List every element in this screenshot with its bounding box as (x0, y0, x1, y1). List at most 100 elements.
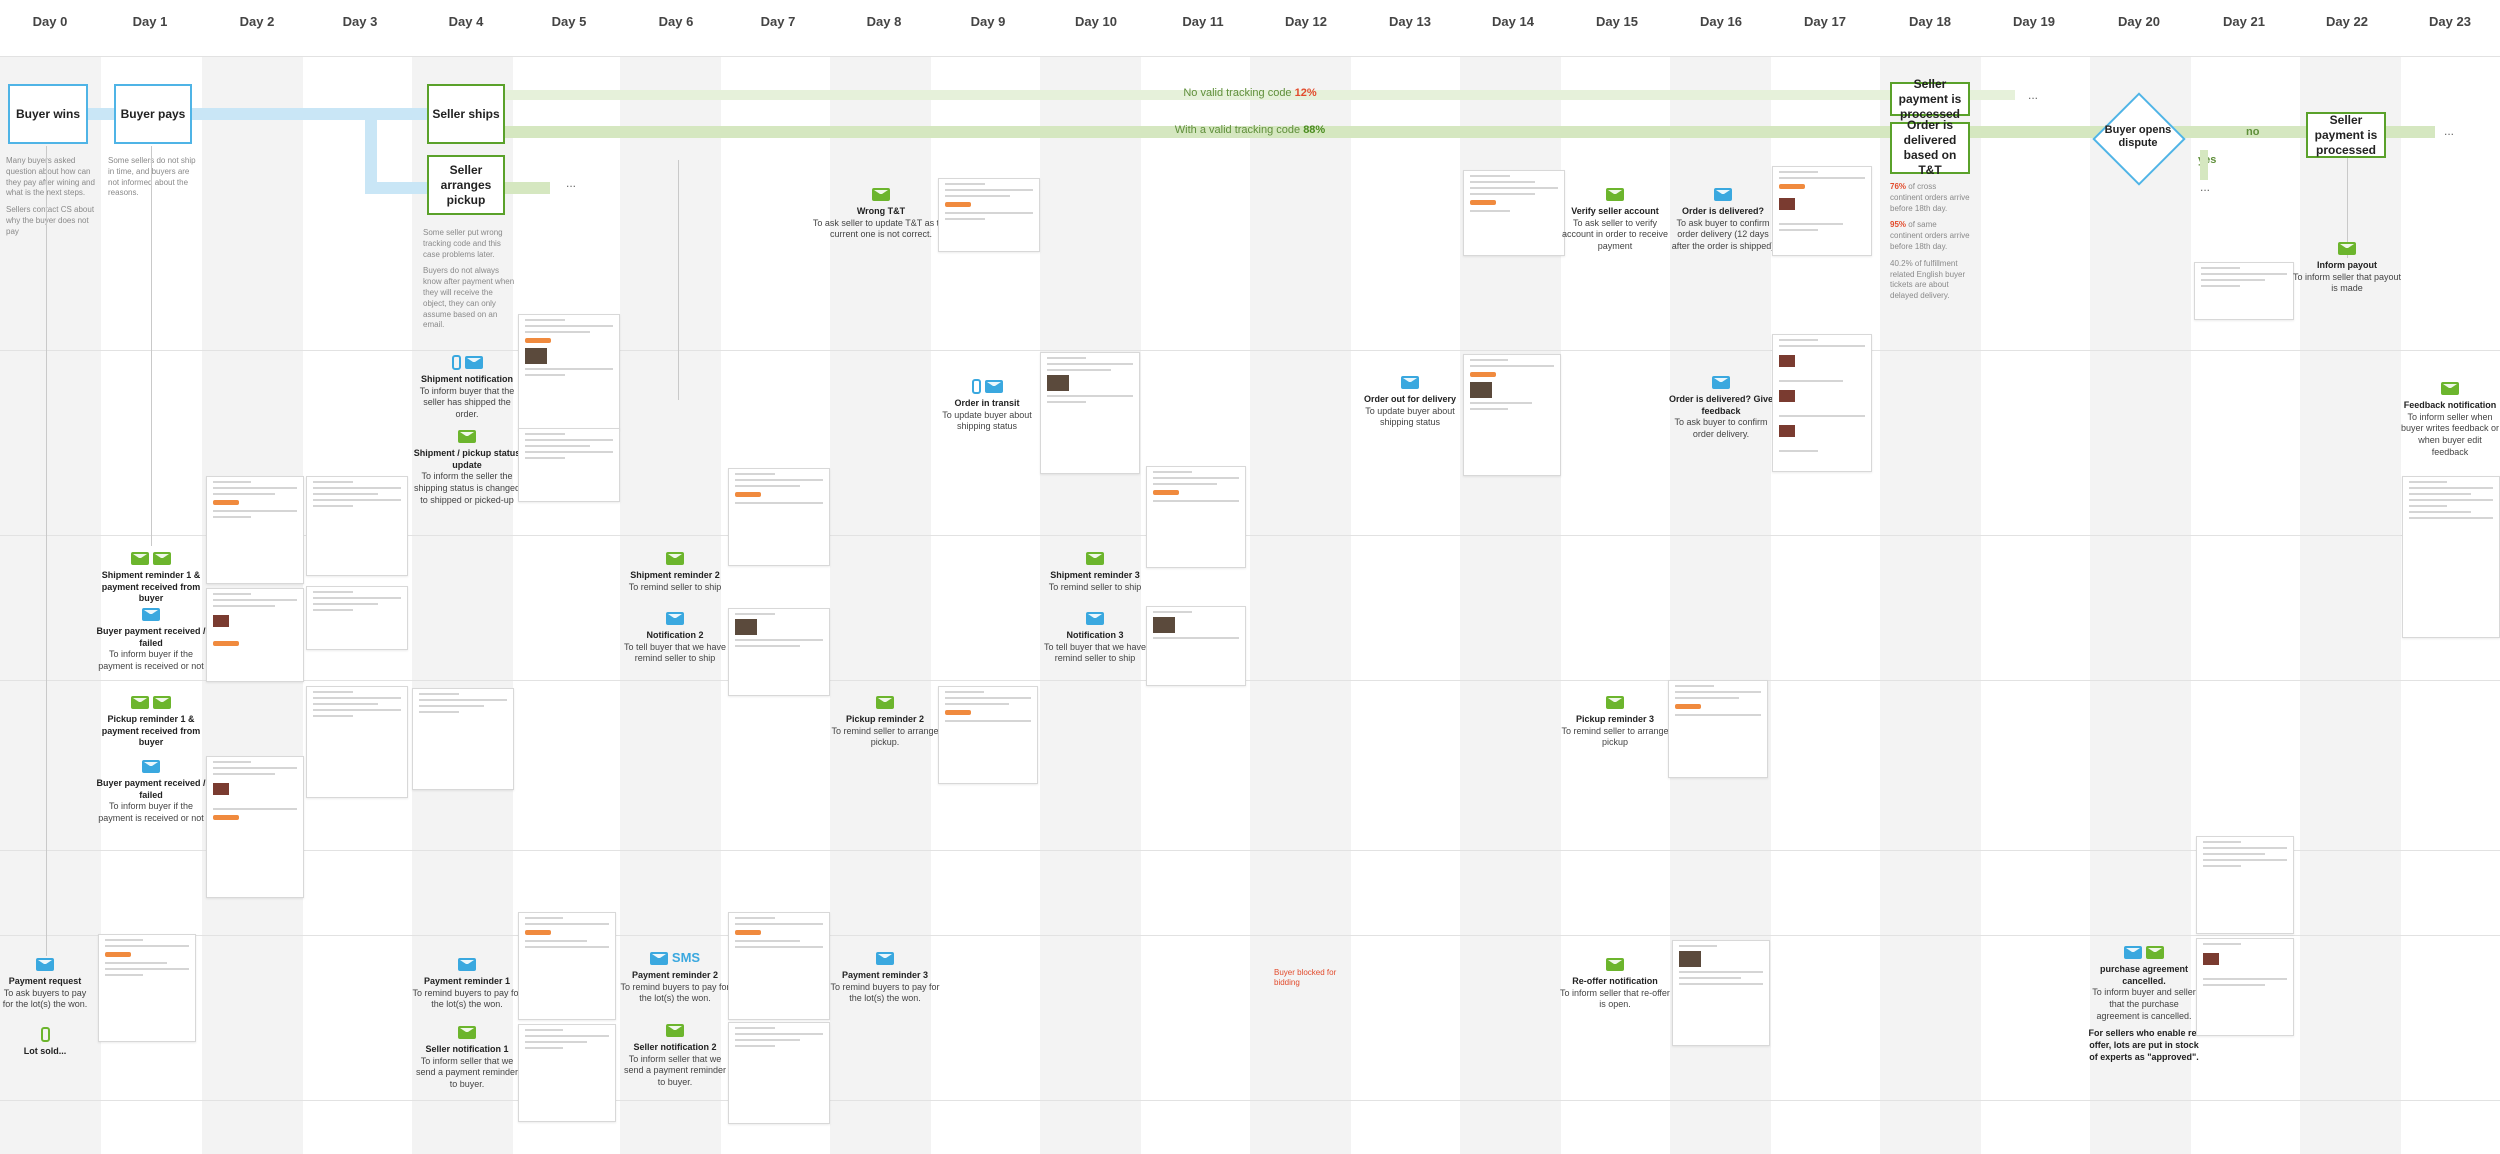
email-preview[interactable] (306, 586, 408, 650)
event-title: Order is delivered? (1681, 206, 1765, 216)
event-buyer-payment-received-2[interactable]: Buyer payment received / failed To infor… (96, 758, 206, 825)
email-preview[interactable] (2402, 476, 2500, 638)
event-icons (412, 354, 522, 370)
event-seller-notification-2[interactable]: Seller notification 2 To inform seller t… (620, 1022, 730, 1089)
track-label-text: With a valid tracking code (1174, 124, 1301, 136)
email-preview[interactable] (306, 476, 408, 576)
email-preview[interactable] (1463, 354, 1561, 476)
email-icon (142, 759, 160, 773)
email-preview[interactable] (2196, 938, 2294, 1036)
seller-ships-step[interactable]: Seller ships (427, 84, 505, 144)
event-desc: To ask buyers to pay for the lot(s) the … (2, 987, 88, 1010)
buyer-wins-step[interactable]: Buyer wins (8, 84, 88, 144)
event-pickup-reminder-2[interactable]: Pickup reminder 2 To remind seller to ar… (830, 694, 940, 749)
event-payment-reminder-2[interactable]: SMS Payment reminder 2 To remind buyers … (620, 950, 730, 1005)
day-column-band (1250, 56, 1351, 1154)
day-header: Day 19 (2013, 14, 2055, 29)
email-preview[interactable] (1146, 606, 1246, 686)
flow-track-pickup-out (505, 182, 550, 194)
event-verify-seller-account[interactable]: Verify seller account To ask seller to v… (1560, 186, 1670, 253)
email-preview[interactable] (1772, 166, 1872, 256)
email-preview[interactable] (1040, 352, 1140, 474)
email-preview[interactable] (938, 686, 1038, 784)
event-wrong-tt[interactable]: Wrong T&T To ask seller to update T&T as… (806, 186, 956, 241)
order-delivered-step[interactable]: Order is delivered based on T&T (1890, 118, 1970, 177)
email-preview[interactable] (518, 314, 620, 430)
day-header: Day 17 (1804, 14, 1846, 29)
email-preview[interactable] (1146, 466, 1246, 568)
event-buyer-payment-received[interactable]: Buyer payment received / failed To infor… (96, 606, 206, 673)
event-order-in-transit[interactable]: Order in transit To update buyer about s… (932, 378, 1042, 433)
event-notification-3[interactable]: Notification 3 To tell buyer that we hav… (1040, 610, 1150, 665)
email-preview[interactable] (2194, 262, 2294, 320)
event-payment-reminder-3[interactable]: Payment reminder 3 To remind buyers to p… (830, 950, 940, 1005)
note-text: Sellers contact CS about why the buyer d… (6, 205, 95, 236)
email-preview[interactable] (206, 476, 304, 584)
event-lot-sold[interactable]: Lot sold... (0, 1026, 90, 1058)
note-body: 40.2% of fulfillment related English buy… (1890, 258, 1966, 301)
event-shipment-reminder-3[interactable]: Shipment reminder 3 To remind seller to … (1040, 550, 1150, 593)
event-payment-request[interactable]: Payment request To ask buyers to pay for… (0, 956, 90, 1011)
email-preview[interactable] (206, 756, 304, 898)
day-header: Day 20 (2118, 14, 2160, 29)
event-seller-notification-1[interactable]: Seller notification 1 To inform seller t… (412, 1024, 522, 1091)
email-preview[interactable] (2196, 836, 2294, 934)
buyer-blocked-note: Buyer blocked for bidding (1274, 968, 1337, 988)
day-header: Day 15 (1596, 14, 1638, 29)
email-preview[interactable] (518, 1024, 616, 1122)
email-preview[interactable] (206, 588, 304, 682)
email-preview[interactable] (728, 912, 830, 1020)
email-preview[interactable] (938, 178, 1040, 252)
event-shipment-pickup-status[interactable]: Shipment / pickup status update To infor… (412, 428, 522, 506)
event-shipment-reminder-1[interactable]: Shipment reminder 1 & payment received f… (96, 550, 206, 605)
email-preview[interactable] (306, 686, 408, 798)
event-desc: To tell buyer that we have remind seller… (1043, 641, 1147, 664)
email-preview[interactable] (1463, 170, 1565, 256)
event-inform-payout[interactable]: Inform payout To inform seller that payo… (2292, 240, 2402, 295)
event-feedback-notification[interactable]: Feedback notification To inform seller w… (2400, 380, 2500, 458)
ellipsis: ... (2444, 124, 2455, 138)
email-icon (153, 551, 171, 565)
email-preview[interactable] (518, 428, 620, 502)
event-desc: To remind buyers to pay for the lot(s) t… (620, 981, 730, 1004)
event-shipment-notification[interactable]: Shipment notification To inform buyer th… (412, 354, 522, 421)
seller-arranges-pickup-step[interactable]: Seller arranges pickup (427, 155, 505, 215)
email-preview[interactable] (728, 608, 830, 696)
event-payment-reminder-1[interactable]: Payment reminder 1 To remind buyers to p… (412, 956, 522, 1011)
event-desc: To inform seller that we send a payment … (415, 1055, 519, 1090)
event-reoffer-notification[interactable]: Re-offer notification To inform seller t… (1560, 956, 1670, 1011)
buyer-opens-dispute-label: Buyer opens dispute (2104, 124, 2172, 150)
email-preview[interactable] (412, 688, 514, 790)
event-desc: To remind buyers to pay for the lot(s) t… (830, 981, 940, 1004)
email-icon (666, 1023, 684, 1037)
email-icon (1606, 695, 1624, 709)
mobile-push-icon (451, 354, 461, 370)
event-order-delivered-feedback[interactable]: Order is delivered? Give feedback To ask… (1668, 374, 1774, 441)
event-order-out-for-delivery[interactable]: Order out for delivery To update buyer a… (1360, 374, 1460, 429)
event-pickup-reminder-1[interactable]: Pickup reminder 1 & payment received fro… (96, 694, 206, 749)
event-pickup-reminder-3[interactable]: Pickup reminder 3 To remind seller to ar… (1560, 694, 1670, 749)
email-preview[interactable] (518, 912, 616, 1020)
event-title: Pickup reminder 3 (1575, 714, 1655, 724)
buyer-pays-step[interactable]: Buyer pays (114, 84, 192, 144)
event-title: Buyer payment received / failed (96, 626, 206, 648)
event-order-delivered-confirm[interactable]: Order is delivered? To ask buyer to conf… (1668, 186, 1778, 253)
event-title: Pickup reminder 2 (845, 714, 925, 724)
email-preview[interactable] (98, 934, 196, 1042)
event-desc: To ask seller to update T&T as the curre… (812, 217, 950, 240)
event-purchase-cancelled[interactable]: purchase agreement cancelled. To inform … (2088, 944, 2200, 1064)
event-desc: To inform seller that we send a payment … (623, 1053, 727, 1088)
email-preview[interactable] (728, 468, 830, 566)
event-icons (412, 956, 522, 972)
seller-payment-processed-step[interactable]: Seller payment is processed (1890, 77, 1970, 121)
event-shipment-reminder-2[interactable]: Shipment reminder 2 To remind seller to … (620, 550, 730, 593)
day-header: Day 1 (132, 14, 168, 29)
event-icons (830, 950, 940, 966)
seller-payment-processed-final-step[interactable]: Seller payment is processed (2306, 112, 2386, 158)
email-preview[interactable] (1668, 680, 1768, 778)
email-preview[interactable] (1772, 334, 1872, 472)
event-notification-2[interactable]: Notification 2 To tell buyer that we hav… (620, 610, 730, 665)
email-preview[interactable] (1672, 940, 1770, 1046)
email-preview[interactable] (728, 1022, 830, 1124)
event-title: Order in transit (954, 398, 1020, 408)
